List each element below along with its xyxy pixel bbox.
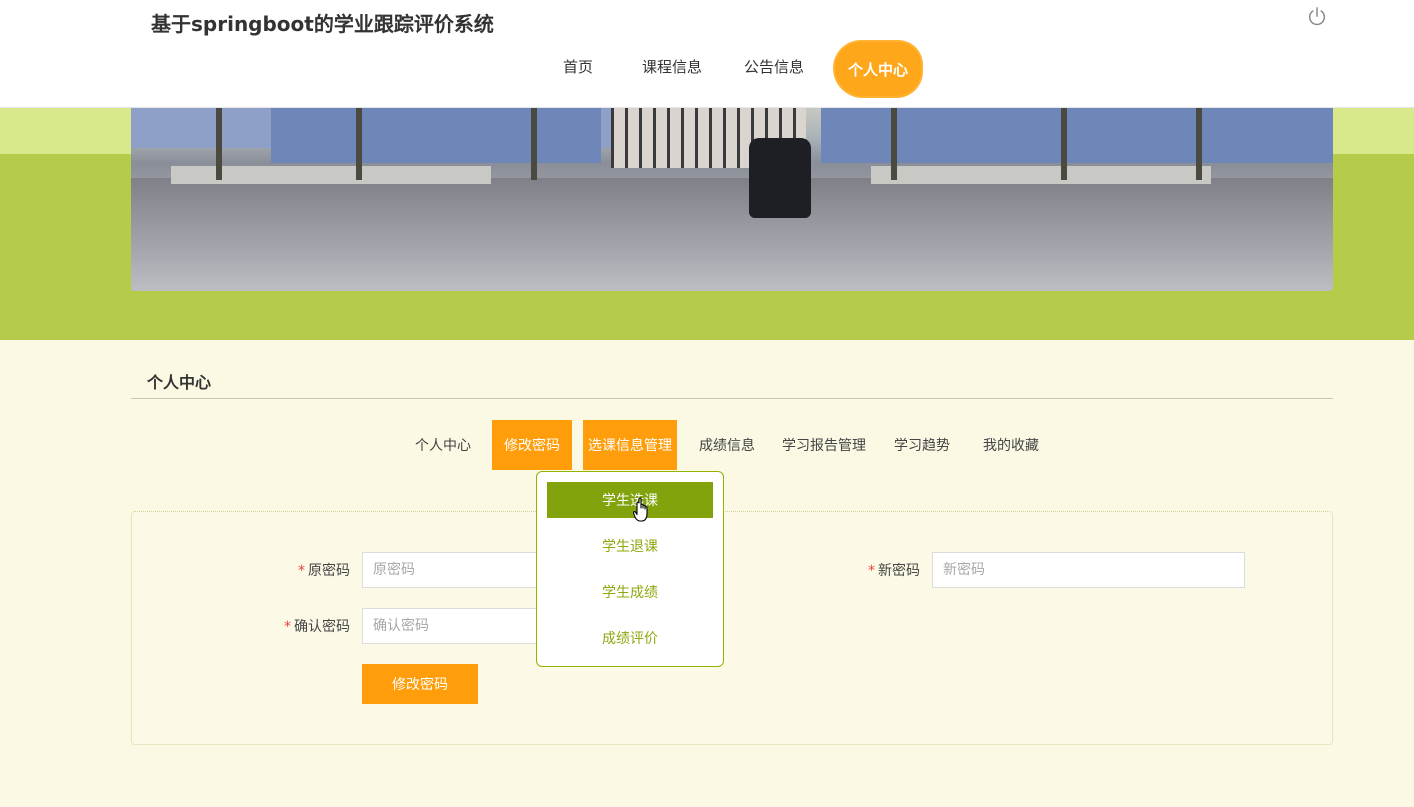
- new-password-input[interactable]: [932, 552, 1245, 588]
- dropdown-item-grade-evaluation[interactable]: 成绩评价: [547, 620, 713, 656]
- tab-course-selection-management[interactable]: 选课信息管理: [583, 420, 677, 470]
- new-password-label: * 新密码: [868, 563, 920, 579]
- course-selection-dropdown: 学生选课 学生退课 学生成绩 成绩评价: [536, 471, 724, 667]
- main-nav: 首页 课程信息 公告信息 个人中心: [0, 42, 1414, 96]
- tab-change-password[interactable]: 修改密码: [492, 420, 572, 470]
- dropdown-item-drop-course[interactable]: 学生退课: [547, 528, 713, 564]
- old-password-input[interactable]: [362, 552, 552, 588]
- confirm-password-label: * 确认密码: [284, 619, 350, 635]
- site-header: 基于springboot的学业跟踪评价系统 首页 课程信息 公告信息 个人中心: [0, 0, 1414, 108]
- nav-announcements[interactable]: 公告信息: [744, 56, 804, 77]
- required-mark: *: [284, 619, 291, 635]
- required-mark: *: [868, 563, 875, 579]
- change-password-button[interactable]: 修改密码: [362, 664, 478, 704]
- tab-grades[interactable]: 成绩信息: [690, 420, 764, 470]
- tab-study-trend[interactable]: 学习趋势: [885, 420, 959, 470]
- nav-personal-center[interactable]: 个人中心: [835, 42, 921, 96]
- dropdown-item-select-course[interactable]: 学生选课: [547, 482, 713, 518]
- site-title: 基于springboot的学业跟踪评价系统: [151, 12, 494, 36]
- power-icon[interactable]: [1306, 6, 1328, 28]
- required-mark: *: [298, 563, 305, 579]
- hand-cursor-icon: [633, 497, 648, 522]
- personal-tabs: 个人中心 修改密码 选课信息管理 成绩信息 学习报告管理 学习趋势 我的收藏: [0, 420, 1414, 472]
- section-divider: [131, 398, 1333, 399]
- section-title: 个人中心: [147, 373, 212, 392]
- old-password-label: * 原密码: [298, 563, 350, 579]
- nav-courses[interactable]: 课程信息: [642, 56, 702, 77]
- tab-favorites[interactable]: 我的收藏: [974, 420, 1048, 470]
- confirm-password-input[interactable]: [362, 608, 552, 644]
- tab-personal-center[interactable]: 个人中心: [405, 420, 481, 470]
- nav-home[interactable]: 首页: [563, 56, 593, 77]
- dropdown-item-student-grades[interactable]: 学生成绩: [547, 574, 713, 610]
- tab-study-report-management[interactable]: 学习报告管理: [776, 420, 872, 470]
- banner-image: [131, 108, 1333, 291]
